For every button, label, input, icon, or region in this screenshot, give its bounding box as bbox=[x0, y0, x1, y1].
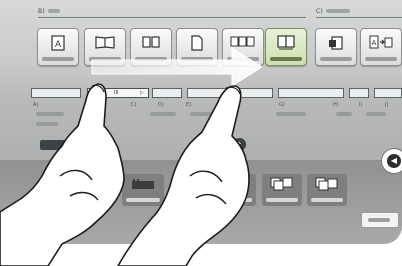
setting-button-4-caption bbox=[311, 198, 343, 202]
group-label-c-text bbox=[326, 9, 350, 13]
setting-button-3[interactable] bbox=[262, 174, 302, 206]
two-pages-icon bbox=[142, 36, 160, 48]
function-button-3-caption bbox=[135, 57, 167, 61]
copy-output-icon bbox=[329, 36, 343, 50]
scroll-highlight-text: III bbox=[114, 90, 119, 96]
function-button-5-caption bbox=[227, 57, 259, 61]
booklet-selected-icon bbox=[277, 35, 295, 50]
function-button-8[interactable]: A bbox=[360, 28, 402, 66]
function-button-3[interactable] bbox=[130, 28, 172, 66]
function-button-6-selected[interactable] bbox=[265, 28, 307, 66]
group-divider-b bbox=[38, 17, 306, 18]
a-to-a-icon: A bbox=[369, 35, 393, 49]
scroll-strip-segment-3[interactable] bbox=[187, 88, 273, 98]
function-button-1[interactable]: A bbox=[37, 28, 79, 66]
strip-caption-3 bbox=[150, 112, 176, 116]
function-button-4-caption bbox=[181, 57, 213, 61]
function-button-7[interactable] bbox=[315, 28, 357, 66]
scroll-strip-segment-5[interactable] bbox=[349, 88, 369, 98]
single-sheet-icon bbox=[191, 35, 203, 51]
function-button-5[interactable] bbox=[222, 28, 264, 66]
strip-caption-2 bbox=[36, 122, 58, 126]
function-button-1-caption bbox=[42, 57, 74, 61]
bar-pattern-icon bbox=[132, 179, 154, 189]
side-collapse-button[interactable]: ◀ bbox=[381, 148, 402, 174]
strip-caption-6 bbox=[336, 112, 352, 116]
svg-text:A: A bbox=[372, 40, 377, 47]
duplex-pages-icon bbox=[270, 177, 293, 191]
side-collapse-icon: ◀ bbox=[387, 154, 401, 168]
strip-label-h: H) bbox=[333, 102, 339, 108]
strip-label-e: E) bbox=[186, 102, 192, 108]
stacked-pages-icon bbox=[315, 177, 338, 191]
function-button-2[interactable] bbox=[84, 28, 126, 66]
strip-label-j: J) bbox=[385, 102, 389, 108]
function-button-6-caption bbox=[270, 57, 302, 61]
strip-label-a: A) bbox=[33, 102, 39, 108]
multi-page-icon bbox=[230, 36, 255, 47]
group-divider-c bbox=[316, 17, 402, 18]
function-button-8-caption bbox=[365, 57, 397, 61]
scroll-strip-segment-1[interactable] bbox=[31, 88, 81, 98]
group-label-c: C) bbox=[316, 8, 323, 15]
strip-caption-1 bbox=[36, 112, 64, 116]
strip-caption-5 bbox=[276, 112, 306, 116]
group-label-b-text bbox=[48, 9, 60, 13]
scroll-next-button[interactable]: › bbox=[233, 138, 246, 151]
scroll-strip-segment-6[interactable] bbox=[374, 88, 402, 98]
setting-button-4[interactable] bbox=[307, 174, 347, 206]
group-label-b: B) bbox=[38, 8, 45, 15]
confirm-button-label bbox=[368, 218, 390, 222]
setting-button-1-caption bbox=[126, 198, 160, 202]
page-tab-1[interactable] bbox=[40, 140, 68, 150]
setting-button-1[interactable] bbox=[122, 174, 164, 206]
scroll-highlight-arrow-icon: ▷ bbox=[140, 90, 144, 96]
strip-label-d: D) bbox=[158, 102, 164, 108]
strip-caption-7 bbox=[366, 112, 386, 116]
strip-label-c: C) bbox=[131, 102, 137, 108]
strip-label-i: I) bbox=[359, 102, 363, 108]
function-button-7-caption bbox=[320, 57, 352, 61]
single-page-a-icon: A bbox=[51, 35, 65, 51]
open-book-icon bbox=[95, 36, 115, 49]
strip-caption-4 bbox=[190, 112, 216, 116]
scroll-strip-highlight[interactable]: III ▷ bbox=[87, 88, 149, 98]
scroll-strip-segment-4[interactable] bbox=[278, 88, 344, 98]
page-dot-icon bbox=[237, 177, 249, 192]
touchscreen-stage: B) C) A A III ▷ A) C) D) E) G) H) I) J) … bbox=[0, 0, 402, 266]
strip-label-g: G) bbox=[279, 102, 285, 108]
setting-button-2[interactable] bbox=[232, 174, 256, 206]
svg-text:A: A bbox=[55, 39, 61, 49]
setting-button-2-caption bbox=[236, 198, 252, 202]
confirm-button[interactable] bbox=[361, 212, 399, 228]
function-button-2-caption bbox=[89, 57, 121, 61]
page-tab-2[interactable] bbox=[82, 140, 104, 150]
function-button-4[interactable] bbox=[176, 28, 218, 66]
setting-button-3-caption bbox=[266, 198, 298, 202]
scroll-strip-segment-2[interactable] bbox=[152, 88, 182, 98]
